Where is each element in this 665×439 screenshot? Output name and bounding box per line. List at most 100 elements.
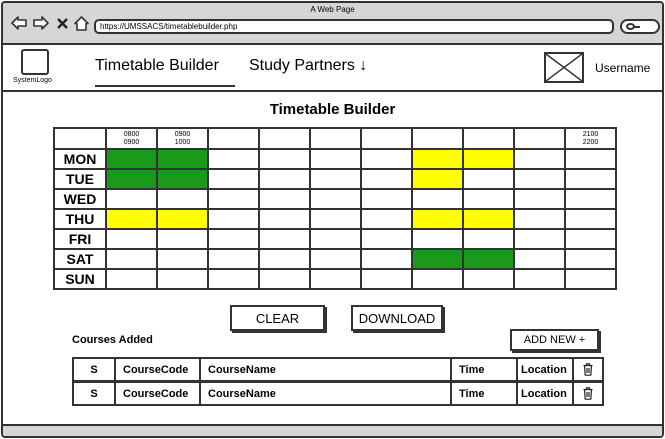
timeslot-cell[interactable]: [258, 168, 311, 190]
timeslot-cell[interactable]: [156, 228, 209, 250]
timeslot-cell[interactable]: [258, 188, 311, 210]
course-time-cell: Time: [450, 357, 518, 382]
timeslot-cell[interactable]: [309, 228, 362, 250]
username[interactable]: Username: [595, 61, 650, 75]
timeslot-cell[interactable]: [513, 208, 566, 230]
system-logo[interactable]: [21, 49, 49, 75]
timeslot-cell-green[interactable]: [105, 148, 158, 170]
timeslot-cell-green[interactable]: [156, 148, 209, 170]
timeslot-cell[interactable]: [258, 148, 311, 170]
timeslot-cell[interactable]: [564, 168, 617, 190]
window-title: A Web Page: [310, 5, 355, 14]
timeslot-cell[interactable]: [411, 228, 464, 250]
timeslot-cell[interactable]: [360, 208, 413, 230]
timeslot-cell[interactable]: [360, 148, 413, 170]
timeslot-cell[interactable]: [258, 268, 311, 290]
timeslot-cell[interactable]: [564, 248, 617, 270]
search-icon[interactable]: [620, 19, 660, 34]
add-new-button[interactable]: ADD NEW +: [510, 329, 599, 351]
timeslot-cell-green[interactable]: [156, 168, 209, 190]
download-button[interactable]: DOWNLOAD: [351, 305, 443, 331]
timeslot-cell[interactable]: [207, 208, 260, 230]
timeslot-cell[interactable]: [105, 188, 158, 210]
page-title: Timetable Builder: [269, 101, 396, 118]
timeslot-cell[interactable]: [207, 168, 260, 190]
trash-icon[interactable]: [583, 387, 593, 400]
time-slot-header: 0900 1000: [156, 127, 209, 150]
slot-end-time: 0900: [123, 138, 140, 146]
address-bar[interactable]: https://UMSSACS/timetablebuilder.php: [94, 19, 614, 34]
timeslot-cell[interactable]: [513, 248, 566, 270]
timeslot-cell[interactable]: [156, 268, 209, 290]
timeslot-cell-green[interactable]: [462, 248, 515, 270]
timeslot-cell[interactable]: [462, 188, 515, 210]
time-slot-header: [411, 127, 464, 150]
timeslot-cell[interactable]: [309, 208, 362, 230]
timeslot-cell-yellow[interactable]: [411, 148, 464, 170]
timeslot-cell[interactable]: [360, 228, 413, 250]
image-placeholder-icon[interactable]: [544, 52, 584, 83]
timeslot-cell[interactable]: [564, 148, 617, 170]
timetable-corner: [53, 127, 107, 150]
timeslot-cell[interactable]: [360, 248, 413, 270]
timeslot-cell-yellow[interactable]: [411, 208, 464, 230]
timeslot-cell[interactable]: [462, 168, 515, 190]
timeslot-cell[interactable]: [207, 188, 260, 210]
timeslot-cell-yellow[interactable]: [462, 208, 515, 230]
timeslot-cell-yellow[interactable]: [156, 208, 209, 230]
timeslot-cell[interactable]: [564, 188, 617, 210]
timeslot-cell[interactable]: [411, 188, 464, 210]
timeslot-cell[interactable]: [258, 208, 311, 230]
timeslot-cell[interactable]: [309, 168, 362, 190]
timeslot-cell[interactable]: [309, 148, 362, 170]
timeslot-cell[interactable]: [156, 188, 209, 210]
timeslot-cell[interactable]: [360, 188, 413, 210]
timeslot-cell[interactable]: [207, 268, 260, 290]
timeslot-cell[interactable]: [360, 268, 413, 290]
timeslot-cell[interactable]: [513, 168, 566, 190]
timeslot-cell[interactable]: [462, 228, 515, 250]
timeslot-cell[interactable]: [309, 268, 362, 290]
delete-course-button[interactable]: [572, 381, 604, 406]
timeslot-cell-green[interactable]: [105, 168, 158, 190]
logo-label: SystemLogo: [13, 77, 52, 84]
close-icon[interactable]: [56, 15, 68, 31]
timetable-row: THU: [53, 208, 617, 230]
trash-icon[interactable]: [583, 363, 593, 376]
clear-button[interactable]: CLEAR: [230, 305, 325, 331]
timeslot-cell-yellow[interactable]: [105, 208, 158, 230]
timeslot-cell[interactable]: [258, 228, 311, 250]
timeslot-cell[interactable]: [105, 248, 158, 270]
timeslot-cell[interactable]: [462, 268, 515, 290]
arrow-left-icon[interactable]: [11, 15, 27, 31]
timeslot-cell[interactable]: [513, 268, 566, 290]
timeslot-cell[interactable]: [207, 248, 260, 270]
browser-status-bar: [3, 424, 662, 436]
timeslot-cell[interactable]: [207, 148, 260, 170]
time-slot-header: 2100 2200: [564, 127, 617, 150]
timeslot-cell[interactable]: [309, 188, 362, 210]
timeslot-cell[interactable]: [513, 148, 566, 170]
delete-course-button[interactable]: [572, 357, 604, 382]
timeslot-cell[interactable]: [564, 228, 617, 250]
timeslot-cell[interactable]: [564, 208, 617, 230]
timeslot-cell-yellow[interactable]: [462, 148, 515, 170]
timeslot-cell-yellow[interactable]: [411, 168, 464, 190]
timeslot-cell[interactable]: [207, 228, 260, 250]
timeslot-cell[interactable]: [309, 248, 362, 270]
timeslot-cell[interactable]: [411, 268, 464, 290]
course-location-cell: Location: [516, 357, 574, 382]
home-icon[interactable]: [73, 15, 89, 31]
tab-study-partners[interactable]: Study Partners ↓: [249, 57, 367, 75]
timeslot-cell[interactable]: [513, 188, 566, 210]
timeslot-cell[interactable]: [513, 228, 566, 250]
timeslot-cell[interactable]: [564, 268, 617, 290]
timeslot-cell[interactable]: [156, 248, 209, 270]
arrow-right-icon[interactable]: [33, 15, 49, 31]
timeslot-cell-green[interactable]: [411, 248, 464, 270]
timeslot-cell[interactable]: [258, 248, 311, 270]
timeslot-cell[interactable]: [105, 228, 158, 250]
tab-timetable-builder[interactable]: Timetable Builder: [95, 57, 219, 75]
timeslot-cell[interactable]: [360, 168, 413, 190]
timeslot-cell[interactable]: [105, 268, 158, 290]
